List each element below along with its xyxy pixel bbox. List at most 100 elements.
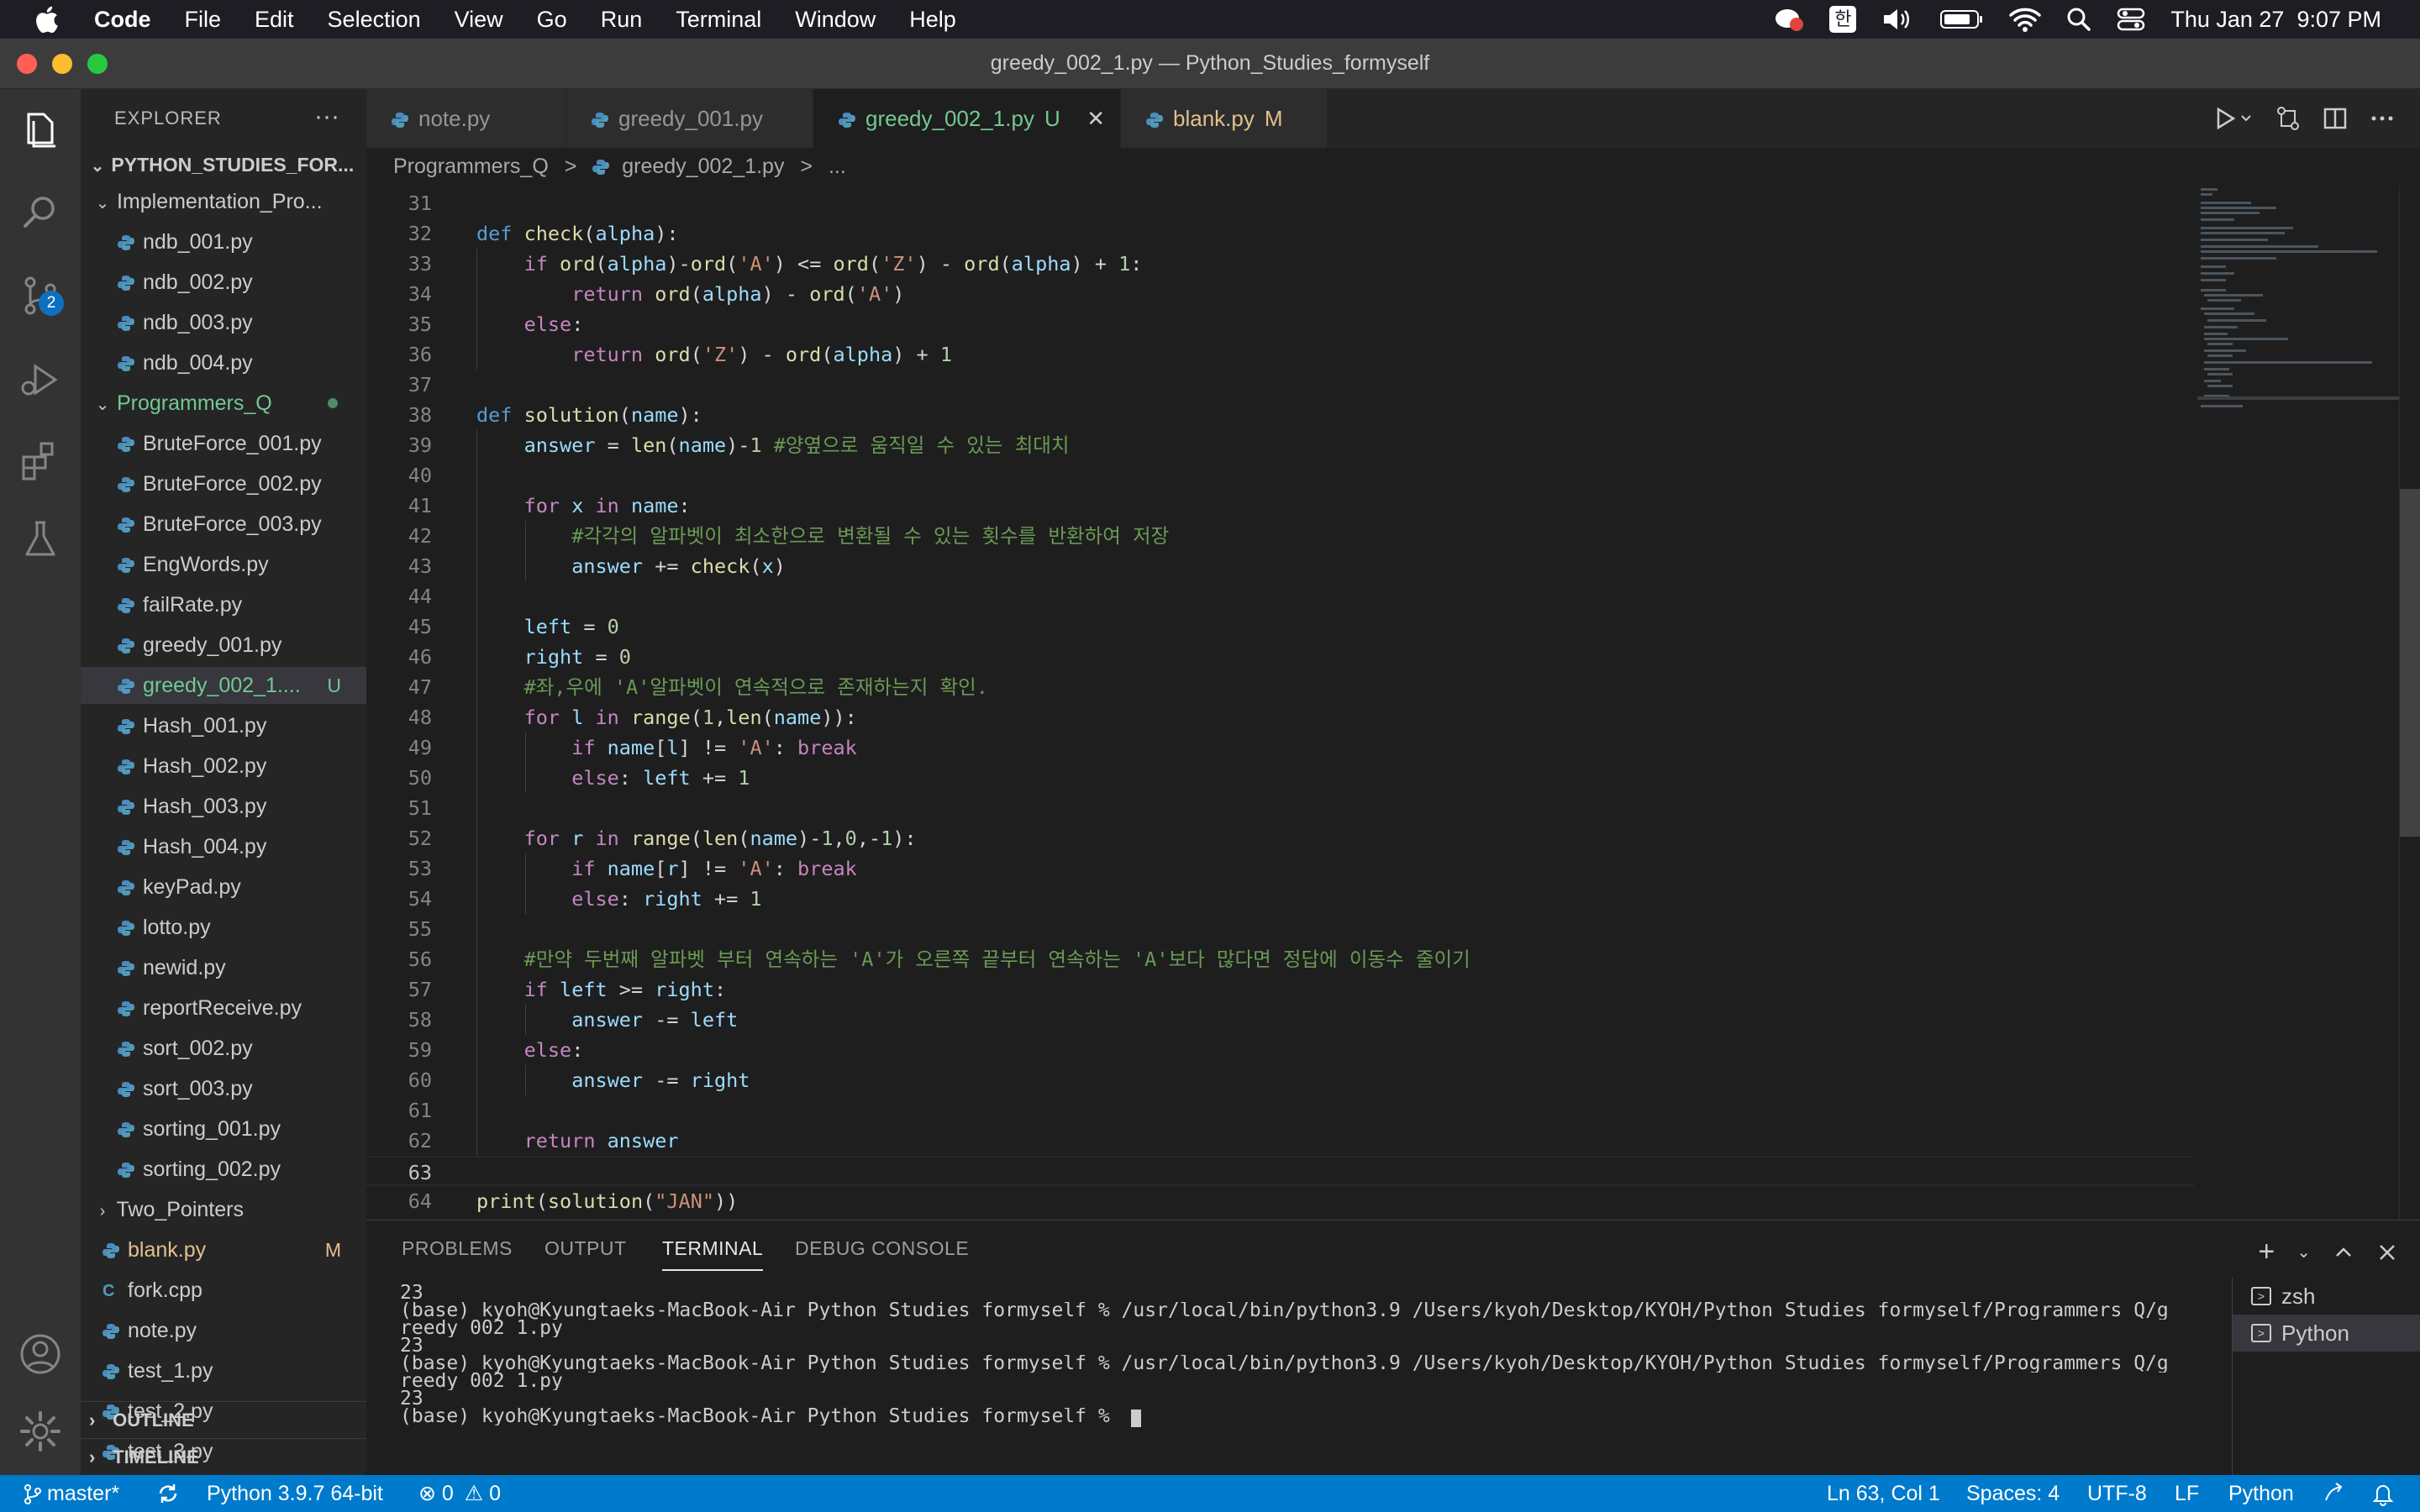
code-line[interactable]: 54 else: right += 1 (366, 884, 2194, 914)
code-line[interactable]: 63 (366, 1156, 2194, 1186)
explorer-icon[interactable] (17, 106, 64, 153)
extensions-icon[interactable] (17, 437, 64, 484)
tab-terminal[interactable]: TERMINAL (662, 1221, 764, 1276)
editor-scrollbar-thumb[interactable] (2400, 489, 2420, 837)
folder-item[interactable]: ⌄ Programmers_Q (81, 385, 366, 422)
file-item[interactable]: greedy_001.py (81, 627, 366, 664)
end-of-line[interactable]: LF (2175, 1475, 2199, 1512)
minimize-window-button[interactable] (52, 54, 72, 74)
menu-edit[interactable]: Edit (255, 7, 294, 33)
tab-problems[interactable]: PROBLEMS (402, 1221, 513, 1276)
clock[interactable]: Thu Jan 27 9:07 PM (2170, 7, 2381, 33)
code-line[interactable]: 40 (366, 460, 2194, 491)
folder-item[interactable]: › Two_Pointers (81, 1191, 366, 1228)
file-item[interactable]: Hash_001.py (81, 707, 366, 744)
terminal-zsh[interactable]: > zsh (2233, 1278, 2420, 1315)
menu-go[interactable]: Go (537, 7, 567, 33)
code-line[interactable]: 44 (366, 581, 2194, 612)
breadcrumb-folder[interactable]: Programmers_Q (393, 155, 549, 178)
new-terminal-icon[interactable]: + (2258, 1236, 2275, 1268)
file-item[interactable]: blank.py M (81, 1231, 366, 1268)
file-item[interactable]: Hash_004.py (81, 828, 366, 865)
code-line[interactable]: 58 answer -= left (366, 1005, 2194, 1035)
code-line[interactable]: 64 print(solution("JAN")) (366, 1186, 2194, 1216)
code-line[interactable]: 49 if name[l] != 'A': break (366, 732, 2194, 763)
file-item[interactable]: test_1.py (81, 1352, 366, 1389)
code-line[interactable]: 36 return ord('Z') - ord(alpha) + 1 (366, 339, 2194, 370)
run-debug-icon[interactable] (17, 354, 64, 402)
control-center-icon[interactable] (2117, 7, 2145, 32)
code-line[interactable]: 52 for r in range(len(name)-1,0,-1): (366, 823, 2194, 853)
battery-icon[interactable] (1940, 8, 1984, 30)
file-item[interactable]: ndb_004.py (81, 344, 366, 381)
volume-icon[interactable] (1881, 7, 1915, 32)
menu-selection[interactable]: Selection (328, 7, 421, 33)
code-line[interactable]: 50 else: left += 1 (366, 763, 2194, 793)
code-line[interactable]: 37 (366, 370, 2194, 400)
breadcrumb-file[interactable]: greedy_002_1.py (622, 155, 784, 178)
file-item[interactable]: EngWords.py (81, 546, 366, 583)
menu-view[interactable]: View (455, 7, 503, 33)
code-line[interactable]: 39 answer = len(name)-1 #양옆으로 움직일 수 있는 최… (366, 430, 2194, 460)
accounts-icon[interactable] (17, 1331, 64, 1378)
maximize-panel-icon[interactable] (2333, 1242, 2354, 1263)
notifications-bell-icon[interactable] (2371, 1475, 2395, 1512)
file-item[interactable]: sorting_002.py (81, 1151, 366, 1188)
file-item[interactable]: keyPad.py (81, 869, 366, 906)
terminal-output[interactable]: 23 (base) kyoh@Kyungtaeks-MacBook-Air Pyt… (400, 1284, 2232, 1427)
tab-greedy-001-py[interactable]: greedy_001.py (566, 89, 813, 148)
file-item[interactable]: sort_003.py (81, 1070, 366, 1107)
feedback-icon[interactable] (2323, 1475, 2346, 1512)
code-line[interactable]: 42 #각각의 알파벳이 최소한으로 변환될 수 있는 횟수를 반환하여 저장 (366, 521, 2194, 551)
file-item[interactable]: Hash_003.py (81, 788, 366, 825)
file-item[interactable]: BruteForce_002.py (81, 465, 366, 502)
menu-terminal[interactable]: Terminal (676, 7, 761, 33)
file-item[interactable]: ndb_003.py (81, 304, 366, 341)
sync-icon[interactable] (156, 1475, 180, 1512)
workspace-root[interactable]: ⌄ PYTHON_STUDIES_FOR... (81, 146, 366, 183)
more-actions-icon[interactable] (2370, 106, 2395, 131)
zoom-window-button[interactable] (87, 54, 108, 74)
explorer-more-actions-button[interactable]: ··· (314, 102, 339, 131)
code-line[interactable]: 56 #만약 두번째 알파벳 부터 연속하는 'A'가 오른쪽 끝부터 연속하는… (366, 944, 2194, 974)
folder-item[interactable]: ⌄ Implementation_Pro... (81, 183, 366, 220)
code-line[interactable]: 46 right = 0 (366, 642, 2194, 672)
python-interpreter[interactable]: Python 3.9.7 64-bit (207, 1475, 383, 1512)
code-line[interactable]: 38 def solution(name): (366, 400, 2194, 430)
file-item[interactable]: lotto.py (81, 909, 366, 946)
code-line[interactable]: 55 (366, 914, 2194, 944)
file-item[interactable]: newid.py (81, 949, 366, 986)
apple-logo-icon[interactable] (34, 5, 59, 34)
menu-help[interactable]: Help (909, 7, 956, 33)
code-editor[interactable]: 31 32 def check(alpha): 33 if ord(alpha)-or… (366, 185, 2420, 1220)
close-tab-icon[interactable]: ✕ (1086, 89, 1105, 148)
run-python-file-icon[interactable] (2213, 106, 2254, 131)
code-line[interactable]: 32 def check(alpha): (366, 218, 2194, 249)
breadcrumb-symbols[interactable]: ... (829, 155, 846, 178)
file-item[interactable]: reportReceive.py (81, 990, 366, 1026)
search-icon[interactable] (17, 188, 64, 235)
code-line[interactable]: 51 (366, 793, 2194, 823)
file-item[interactable]: ndb_002.py (81, 264, 366, 301)
wifi-icon[interactable] (2009, 7, 2042, 32)
menu-file[interactable]: File (185, 7, 222, 33)
file-item[interactable]: note.py (81, 1312, 366, 1349)
code-line[interactable]: 47 #좌,우에 'A'알파벳이 연속적으로 존재하는지 확인. (366, 672, 2194, 702)
code-line[interactable]: 62 return answer (366, 1126, 2194, 1156)
code-line[interactable]: 61 (366, 1095, 2194, 1126)
code-line[interactable]: 48 for l in range(1,len(name)): (366, 702, 2194, 732)
file-item[interactable]: sort_002.py (81, 1030, 366, 1067)
tab-blank-py[interactable]: blank.py M (1121, 89, 1328, 148)
code-line[interactable]: 53 if name[r] != 'A': break (366, 853, 2194, 884)
code-line[interactable]: 31 (366, 188, 2194, 218)
branch-indicator[interactable]: master* (24, 1475, 119, 1512)
problems-summary[interactable]: ⊗ 0 ⚠ 0 (418, 1475, 501, 1512)
file-item[interactable]: BruteForce_003.py (81, 506, 366, 543)
file-item[interactable]: ndb_001.py (81, 223, 366, 260)
timeline-section[interactable]: › TIMELINE (81, 1438, 366, 1475)
code-line[interactable]: 60 answer -= right (366, 1065, 2194, 1095)
spotlight-search-icon[interactable] (2066, 7, 2091, 32)
file-item[interactable]: sorting_001.py (81, 1110, 366, 1147)
file-item[interactable]: Hash_002.py (81, 748, 366, 785)
menu-window[interactable]: Window (795, 7, 876, 33)
